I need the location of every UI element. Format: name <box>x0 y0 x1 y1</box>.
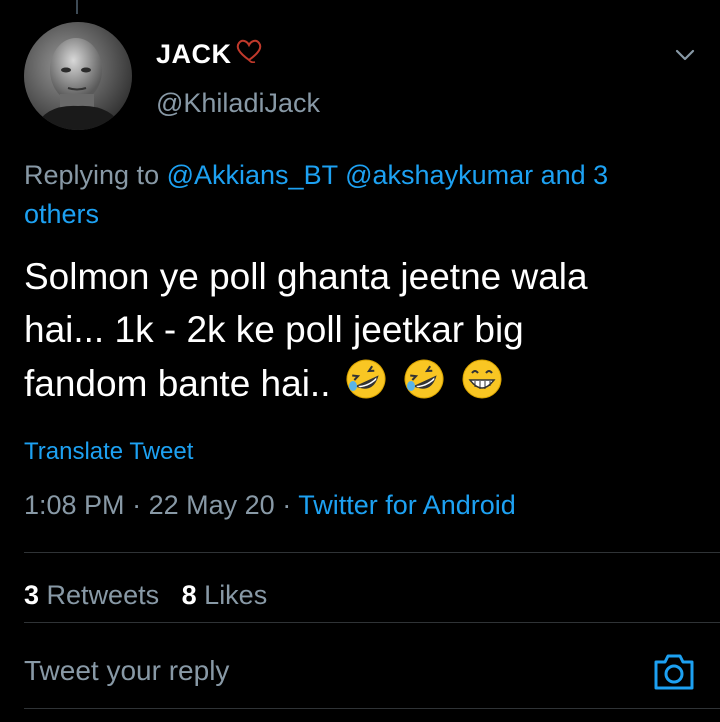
tweet-metadata: 1:08 PM · 22 May 20 · Twitter for Androi… <box>24 490 516 521</box>
tweet-text: Solmon ye poll ghanta jeetne wala hai...… <box>24 250 704 416</box>
replying-to-line: Replying to @Akkians_BT @akshaykumar and… <box>24 156 674 234</box>
likes-label: Likes <box>204 580 268 610</box>
tweet-date: 22 May 20 <box>148 490 275 520</box>
translate-tweet-link[interactable]: Translate Tweet <box>24 438 193 466</box>
user-handle[interactable]: @KhiladiJack <box>156 88 320 119</box>
retweets-count: 3 <box>24 580 40 610</box>
display-name[interactable]: JACK <box>156 38 264 71</box>
tweet-text-line-with-emoji: fandom bante hai.. <box>24 356 704 416</box>
tweet-text-line: hai... 1k - 2k ke poll jeetkar big <box>24 309 524 350</box>
replying-to-prefix: Replying to <box>24 160 160 190</box>
rofl-emoji-icon <box>401 356 447 416</box>
divider <box>24 552 720 553</box>
tweet-text-line: fandom bante hai.. <box>24 363 331 404</box>
mention-link[interactable]: @akshaykumar <box>345 160 533 190</box>
tweet-source-link[interactable]: Twitter for Android <box>298 490 516 520</box>
separator-dot: · <box>282 490 292 520</box>
likes-count: 8 <box>181 580 197 610</box>
tweet-text-line: Solmon ye poll ghanta jeetne wala <box>24 256 588 297</box>
separator-dot: · <box>132 490 142 520</box>
divider <box>24 708 720 709</box>
rofl-emoji-icon <box>343 356 389 416</box>
heart-icon <box>234 38 264 71</box>
thread-connector-line <box>76 0 78 14</box>
tweet-time: 1:08 PM <box>24 490 125 520</box>
avatar-image <box>24 22 132 130</box>
likes-stat[interactable]: 8 Likes <box>182 580 268 610</box>
mention-link[interactable]: @Akkians_BT <box>167 160 338 190</box>
caret-down-icon[interactable] <box>674 44 696 66</box>
avatar[interactable] <box>24 22 132 130</box>
retweets-label: Retweets <box>46 580 160 610</box>
grin-emoji-icon <box>459 356 505 416</box>
reply-input[interactable]: Tweet your reply <box>24 655 229 687</box>
display-name-text: JACK <box>156 39 232 69</box>
divider <box>24 622 720 623</box>
retweets-stat[interactable]: 3 Retweets <box>24 580 159 610</box>
engagement-stats: 3 Retweets 8 Likes <box>24 580 267 611</box>
camera-icon[interactable] <box>652 652 696 692</box>
